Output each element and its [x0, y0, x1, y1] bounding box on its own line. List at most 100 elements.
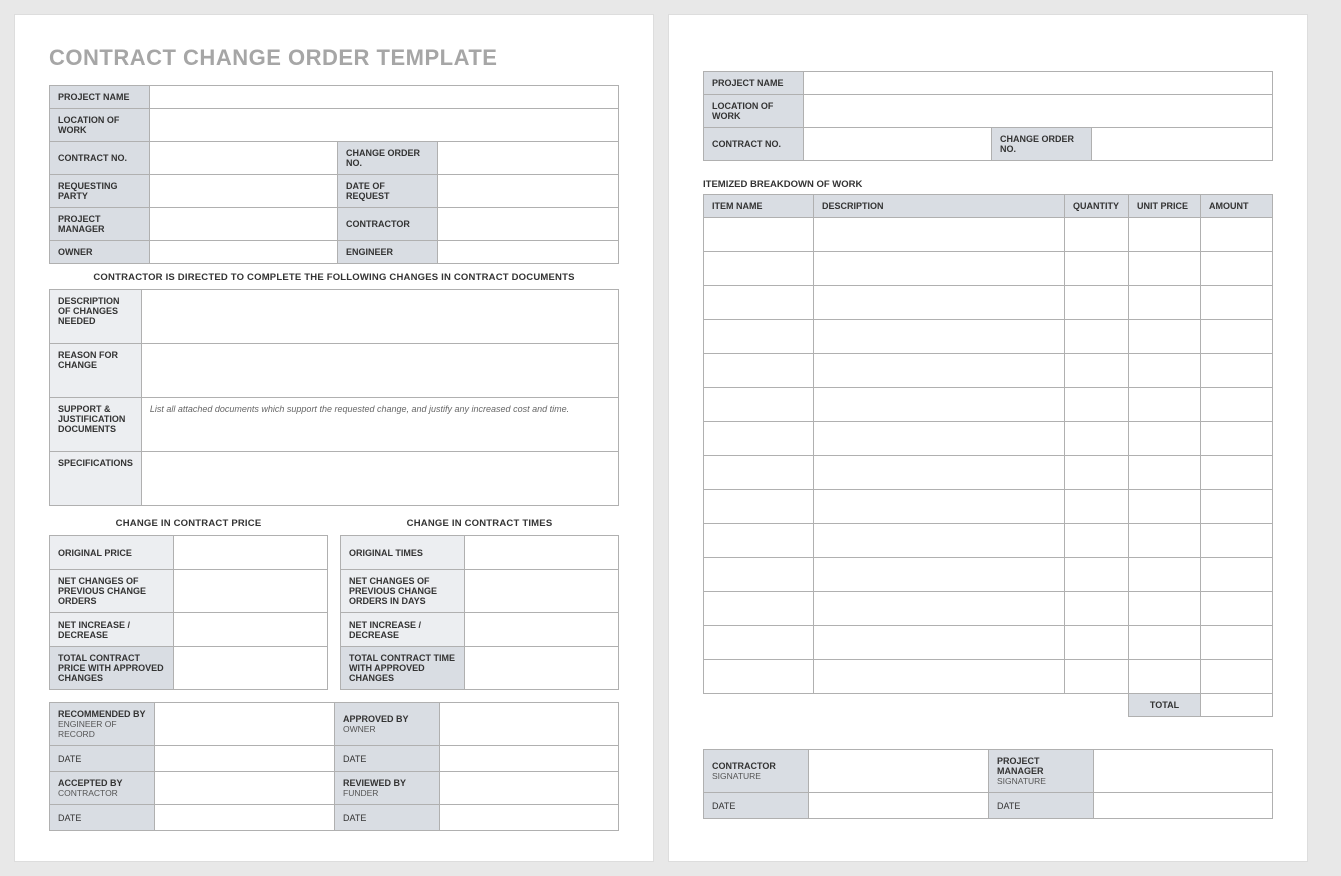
cell-description[interactable] [814, 422, 1065, 456]
cell-item-name[interactable] [704, 490, 814, 524]
cell-quantity[interactable] [1065, 422, 1129, 456]
input-approved-by[interactable] [440, 703, 619, 746]
cell-unit-price[interactable] [1129, 558, 1201, 592]
cell-amount[interactable] [1201, 558, 1273, 592]
cell-quantity[interactable] [1065, 354, 1129, 388]
cell-description[interactable] [814, 218, 1065, 252]
cell-amount[interactable] [1201, 252, 1273, 286]
cell-quantity[interactable] [1065, 388, 1129, 422]
cell-amount[interactable] [1201, 320, 1273, 354]
cell-unit-price[interactable] [1129, 592, 1201, 626]
input-total-times[interactable] [465, 647, 619, 690]
input-contractor-sig[interactable] [809, 750, 989, 793]
input-date-3[interactable] [155, 805, 335, 831]
input-date-of-request[interactable] [438, 175, 619, 208]
cell-unit-price[interactable] [1129, 354, 1201, 388]
cell-unit-price[interactable] [1129, 320, 1201, 354]
cell-unit-price[interactable] [1129, 252, 1201, 286]
cell-quantity[interactable] [1065, 320, 1129, 354]
cell-quantity[interactable] [1065, 456, 1129, 490]
input-net-incdec-times[interactable] [465, 613, 619, 647]
cell-amount[interactable] [1201, 524, 1273, 558]
input-net-incdec-price[interactable] [174, 613, 328, 647]
input-original-times[interactable] [465, 536, 619, 570]
input-total-price[interactable] [174, 647, 328, 690]
input-support-docs[interactable]: List all attached documents which suppor… [141, 398, 618, 452]
input-requesting-party[interactable] [150, 175, 338, 208]
cell-amount[interactable] [1201, 286, 1273, 320]
cell-item-name[interactable] [704, 422, 814, 456]
input-contract-no-2[interactable] [804, 128, 992, 161]
cell-unit-price[interactable] [1129, 388, 1201, 422]
cell-unit-price[interactable] [1129, 490, 1201, 524]
input-original-price[interactable] [174, 536, 328, 570]
input-change-order-no-2[interactable] [1092, 128, 1273, 161]
cell-amount[interactable] [1201, 218, 1273, 252]
cell-quantity[interactable] [1065, 524, 1129, 558]
cell-item-name[interactable] [704, 592, 814, 626]
cell-quantity[interactable] [1065, 252, 1129, 286]
cell-amount[interactable] [1201, 354, 1273, 388]
cell-amount[interactable] [1201, 592, 1273, 626]
cell-item-name[interactable] [704, 558, 814, 592]
input-date-5[interactable] [809, 793, 989, 819]
cell-quantity[interactable] [1065, 286, 1129, 320]
cell-quantity[interactable] [1065, 660, 1129, 694]
cell-quantity[interactable] [1065, 558, 1129, 592]
input-date-2[interactable] [440, 746, 619, 772]
cell-item-name[interactable] [704, 252, 814, 286]
cell-unit-price[interactable] [1129, 524, 1201, 558]
cell-item-name[interactable] [704, 286, 814, 320]
input-net-prev-times[interactable] [465, 570, 619, 613]
cell-unit-price[interactable] [1129, 660, 1201, 694]
cell-item-name[interactable] [704, 524, 814, 558]
input-contractor[interactable] [438, 208, 619, 241]
input-pm-sig[interactable] [1094, 750, 1273, 793]
cell-unit-price[interactable] [1129, 286, 1201, 320]
cell-description[interactable] [814, 456, 1065, 490]
cell-item-name[interactable] [704, 388, 814, 422]
cell-item-name[interactable] [704, 660, 814, 694]
cell-item-name[interactable] [704, 218, 814, 252]
cell-item-name[interactable] [704, 456, 814, 490]
cell-amount[interactable] [1201, 456, 1273, 490]
cell-unit-price[interactable] [1129, 456, 1201, 490]
cell-description[interactable] [814, 524, 1065, 558]
input-reason-for-change[interactable] [141, 344, 618, 398]
cell-item-name[interactable] [704, 626, 814, 660]
cell-quantity[interactable] [1065, 218, 1129, 252]
input-specifications[interactable] [141, 452, 618, 506]
input-date-1[interactable] [155, 746, 335, 772]
cell-description[interactable] [814, 592, 1065, 626]
input-owner[interactable] [150, 241, 338, 264]
input-location-of-work[interactable] [150, 109, 619, 142]
input-change-order-no[interactable] [438, 142, 619, 175]
input-reviewed-by[interactable] [440, 772, 619, 805]
cell-description[interactable] [814, 558, 1065, 592]
cell-unit-price[interactable] [1129, 422, 1201, 456]
input-accepted-by[interactable] [155, 772, 335, 805]
input-contract-no[interactable] [150, 142, 338, 175]
cell-unit-price[interactable] [1129, 626, 1201, 660]
cell-quantity[interactable] [1065, 626, 1129, 660]
cell-description[interactable] [814, 660, 1065, 694]
cell-item-name[interactable] [704, 354, 814, 388]
input-total-amount[interactable] [1201, 694, 1273, 717]
input-location-of-work-2[interactable] [804, 95, 1273, 128]
cell-quantity[interactable] [1065, 490, 1129, 524]
cell-unit-price[interactable] [1129, 218, 1201, 252]
input-date-4[interactable] [440, 805, 619, 831]
input-recommended-by[interactable] [155, 703, 335, 746]
input-description-of-changes[interactable] [141, 290, 618, 344]
cell-description[interactable] [814, 388, 1065, 422]
cell-amount[interactable] [1201, 388, 1273, 422]
input-project-manager[interactable] [150, 208, 338, 241]
cell-description[interactable] [814, 490, 1065, 524]
input-project-name[interactable] [150, 86, 619, 109]
cell-description[interactable] [814, 626, 1065, 660]
cell-description[interactable] [814, 252, 1065, 286]
input-project-name-2[interactable] [804, 72, 1273, 95]
cell-amount[interactable] [1201, 490, 1273, 524]
cell-description[interactable] [814, 354, 1065, 388]
cell-amount[interactable] [1201, 660, 1273, 694]
